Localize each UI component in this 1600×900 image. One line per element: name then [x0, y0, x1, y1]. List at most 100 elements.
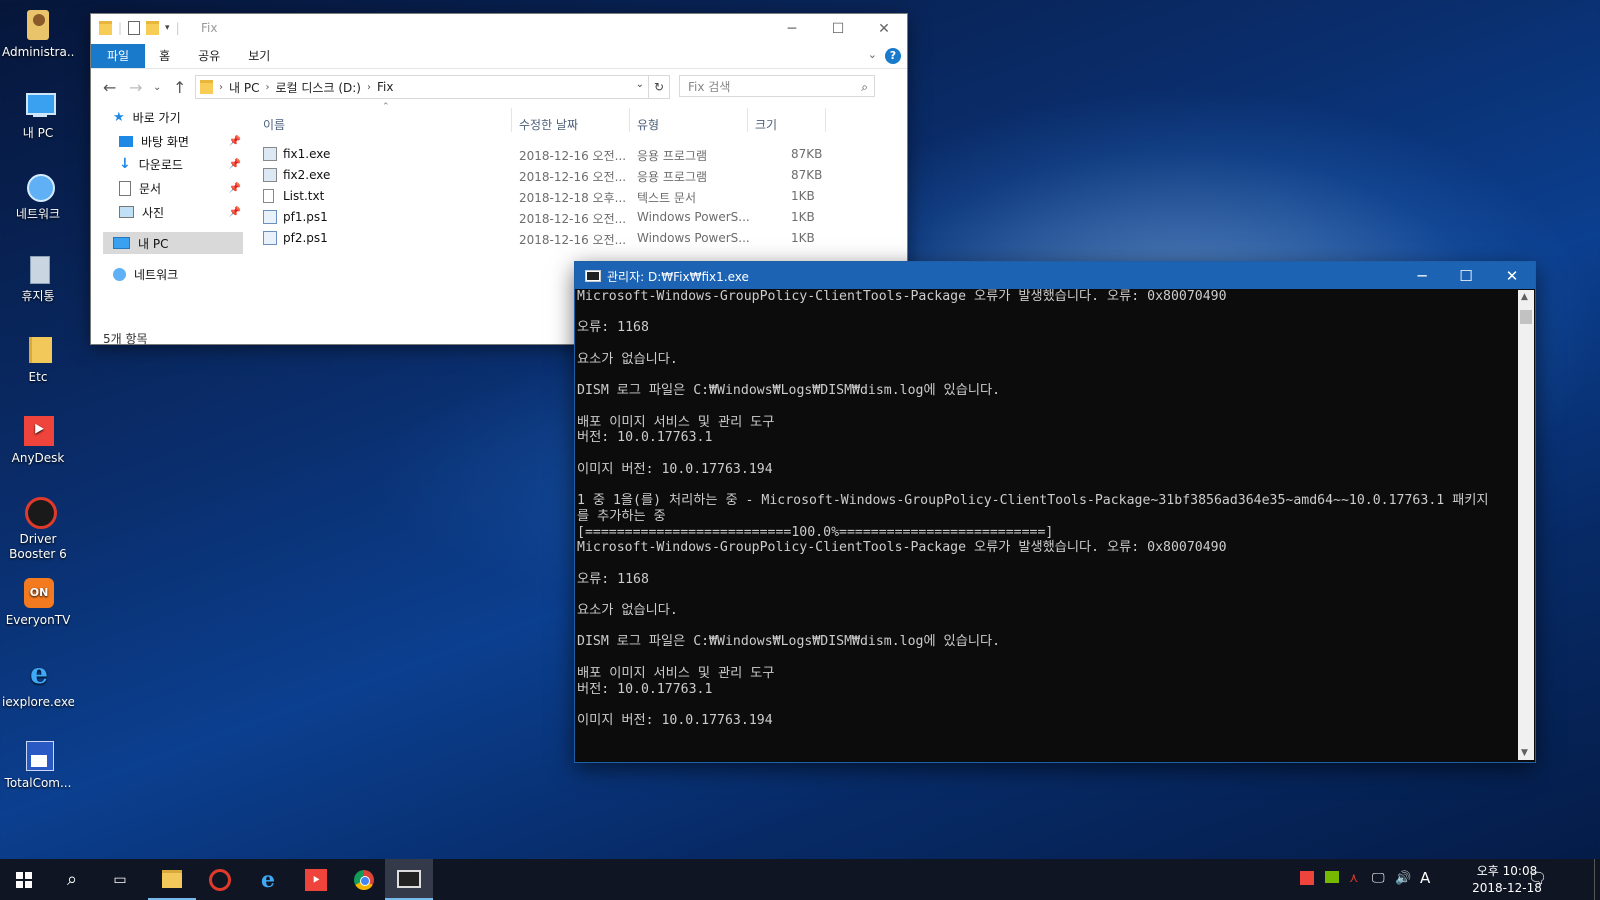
forward-arrow-icon[interactable]: → [129, 78, 142, 97]
recycle-bin-icon [21, 252, 55, 286]
scroll-thumb[interactable] [1520, 310, 1532, 324]
properties-icon[interactable] [128, 21, 141, 35]
sort-ascending-icon: ⌃ [382, 102, 390, 112]
anydesk-icon: ⯈ [305, 868, 327, 891]
taskbar-console[interactable] [385, 859, 433, 900]
network-tray-icon[interactable]: 🖵 [1372, 871, 1385, 886]
breadcrumb-this-pc[interactable]: 내 PC [229, 79, 259, 96]
address-dropdown-icon[interactable]: ⌄ [636, 79, 644, 90]
explorer-title-bar[interactable]: | ▾ | Fix ─ ☐ ✕ [91, 14, 907, 44]
column-header-date[interactable]: 수정한 날짜 [519, 116, 578, 133]
pin-icon: 📌 [228, 135, 241, 147]
sidebar-item-desktop[interactable]: 바탕 화면 📌 [119, 130, 241, 152]
desktop-icon-everyontv[interactable]: ON EveryonTV [2, 576, 74, 628]
tab-view[interactable]: 보기 [234, 44, 284, 68]
refresh-icon[interactable]: ↻ [649, 75, 670, 99]
taskbar-internet-explorer[interactable]: e [244, 859, 292, 900]
network-icon [21, 170, 55, 204]
file-row[interactable]: pf1.ps1 2018-12-16 오전... Windows PowerS.… [263, 207, 823, 227]
back-arrow-icon[interactable]: ← [103, 78, 116, 97]
anydesk-icon: ⯈ [21, 414, 55, 448]
console-output[interactable]: Microsoft-Windows-GroupPolicy-ClientTool… [577, 289, 1517, 759]
close-button[interactable]: ✕ [861, 14, 907, 44]
navigation-pane: ★ 바로 가기 바탕 화면 📌 ↓ 다운로드 📌 문서 📌 사진 📌 내 PC [91, 104, 243, 324]
desktop-icon-this-pc[interactable]: 내 PC [2, 89, 74, 141]
desktop-icon-network[interactable]: 네트워크 [2, 170, 74, 222]
tab-share[interactable]: 공유 [184, 44, 234, 68]
address-bar[interactable]: › 내 PC › 로컬 디스크 (D:) › Fix ⌄ [195, 75, 649, 99]
action-center-icon[interactable]: 🗨 [1528, 869, 1547, 887]
start-button[interactable] [0, 859, 48, 900]
ime-indicator[interactable]: A [1420, 869, 1430, 887]
desktop-icon-anydesk[interactable]: ⯈ AnyDesk [2, 414, 74, 466]
star-icon: ★ [113, 109, 125, 125]
desktop-icon-iexplore[interactable]: e iexplore.exe [2, 658, 74, 710]
breadcrumb-local-disk[interactable]: 로컬 디스크 (D:) [275, 79, 360, 96]
volume-icon[interactable]: 🔊 [1395, 871, 1411, 886]
console-progress-line: [==========================100.0%=======… [577, 524, 1054, 540]
file-row[interactable]: fix2.exe 2018-12-16 오전... 응용 프로그램 87KB [263, 165, 823, 185]
show-desktop-button[interactable] [1594, 859, 1600, 900]
expand-ribbon-icon[interactable]: ⌄ [868, 48, 877, 61]
up-arrow-icon[interactable]: ↑ [173, 78, 186, 97]
scroll-down-icon[interactable]: ▼ [1521, 748, 1528, 758]
console-title-bar[interactable]: 관리자: D:₩Fix₩fix1.exe ─ ☐ ✕ [575, 262, 1535, 289]
scroll-up-icon[interactable]: ▲ [1521, 292, 1528, 302]
sidebar-item-pictures[interactable]: 사진 📌 [119, 201, 241, 223]
sidebar-item-downloads[interactable]: ↓ 다운로드 📌 [119, 153, 241, 175]
maximize-button[interactable]: ☐ [815, 14, 861, 44]
breadcrumb-fix[interactable]: Fix [377, 80, 393, 94]
ribbon-tabs: 파일 홈 공유 보기 ⌄ ? [91, 44, 907, 69]
search-input[interactable]: Fix 검색 ⌕ [679, 75, 875, 97]
vertical-scrollbar[interactable]: ▲ ▼ [1518, 290, 1534, 760]
nvidia-tray-icon[interactable] [1325, 871, 1339, 887]
document-icon [119, 180, 131, 196]
folder-icon [200, 80, 213, 94]
help-icon[interactable]: ? [885, 48, 901, 64]
sidebar-item-this-pc[interactable]: 내 PC [103, 232, 243, 254]
desktop-icon [119, 135, 133, 147]
file-row[interactable]: List.txt 2018-12-18 오후... 텍스트 문서 1KB [263, 186, 823, 206]
taskbar-chrome[interactable] [340, 859, 388, 900]
taskbar: ⌕ ▭ e ⯈ ⋏ 🖵 🔊 A 오후 10:08 2018-12-18 🗨 [0, 859, 1600, 900]
file-row[interactable]: fix1.exe 2018-12-16 오전... 응용 프로그램 87KB [263, 144, 823, 164]
desktop-icon-administrator[interactable]: Administra... [2, 8, 74, 60]
taskbar-driver-booster[interactable] [196, 859, 244, 900]
customize-toolbar-icon[interactable]: ▾ [165, 23, 170, 33]
user-folder-icon [21, 8, 55, 42]
console-line: 이미지 버전: 10.0.17763.194 [577, 461, 773, 477]
search-button[interactable]: ⌕ [48, 859, 96, 900]
sidebar-item-quick-access[interactable]: ★ 바로 가기 [113, 106, 181, 128]
minimize-button[interactable]: ─ [1399, 262, 1445, 289]
sidebar-item-documents[interactable]: 문서 📌 [119, 177, 241, 199]
recent-locations-icon[interactable]: ⌄ [153, 82, 161, 93]
anydesk-tray-icon[interactable] [1300, 871, 1314, 888]
column-header-type[interactable]: 유형 [637, 116, 659, 133]
driver-booster-tray-icon[interactable]: ⋏ [1349, 871, 1359, 886]
desktop-icon-driver-booster[interactable]: Driver Booster 6 [2, 495, 74, 562]
minimize-button[interactable]: ─ [769, 14, 815, 44]
desktop-icon-recycle-bin[interactable]: 휴지통 [2, 252, 74, 304]
task-view-button[interactable]: ▭ [96, 859, 144, 900]
tab-home[interactable]: 홈 [145, 44, 184, 68]
desktop-icon-etc[interactable]: Etc [2, 333, 74, 385]
pin-icon: 📌 [228, 182, 241, 194]
console-icon [397, 869, 421, 888]
maximize-button[interactable]: ☐ [1443, 262, 1489, 289]
driver-booster-icon [209, 868, 231, 891]
column-header-name[interactable]: 이름 [263, 116, 285, 133]
file-row[interactable]: pf2.ps1 2018-12-16 오전... Windows PowerS.… [263, 228, 823, 248]
column-header-size[interactable]: 크기 [755, 116, 777, 133]
exe-icon [263, 168, 277, 182]
windows-logo-icon [16, 871, 32, 888]
taskbar-anydesk[interactable]: ⯈ [292, 859, 340, 900]
close-button[interactable]: ✕ [1489, 262, 1535, 289]
desktop-icon-totalcommander[interactable]: TotalCom... [2, 739, 74, 791]
new-folder-icon[interactable] [146, 21, 160, 35]
sidebar-item-network[interactable]: 네트워크 [113, 263, 178, 285]
taskbar-file-explorer[interactable] [148, 859, 196, 900]
tab-file[interactable]: 파일 [91, 44, 146, 68]
